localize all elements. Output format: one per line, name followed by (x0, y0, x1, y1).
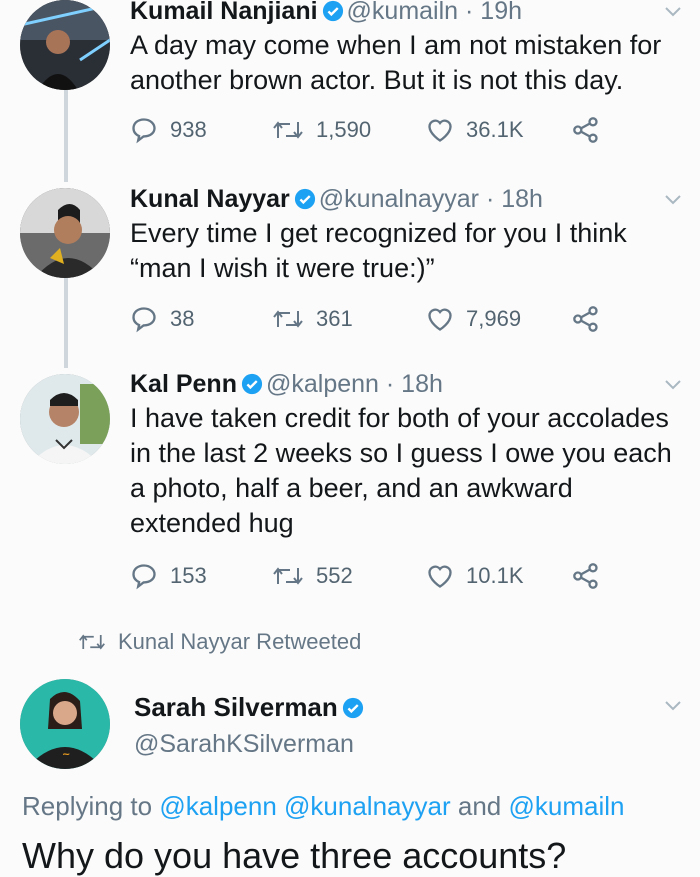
tweet-sarah[interactable]: ~ Sarah Silverman @SarahKSilverman Reply… (0, 0, 700, 876)
mention-link[interactable]: @kumailn (508, 791, 624, 821)
verified-icon (342, 697, 363, 719)
author-name-text: Sarah Silverman (134, 692, 338, 722)
svg-text:~: ~ (62, 749, 70, 760)
and-word: and (457, 791, 502, 821)
mention-link[interactable]: @kalpenn (159, 791, 276, 821)
replying-prefix: Replying to (22, 791, 153, 821)
tweet-text: Why do you have three accounts? (22, 835, 567, 876)
mention-link[interactable]: @kunalnayyar (284, 791, 451, 821)
author-name[interactable]: Sarah Silverman (134, 692, 367, 723)
replying-to: Replying to @kalpenn @kunalnayyar and @k… (22, 791, 624, 822)
author-handle[interactable]: @SarahKSilverman (134, 730, 354, 759)
chevron-down-icon[interactable] (664, 700, 682, 712)
avatar[interactable]: ~ (20, 679, 110, 769)
